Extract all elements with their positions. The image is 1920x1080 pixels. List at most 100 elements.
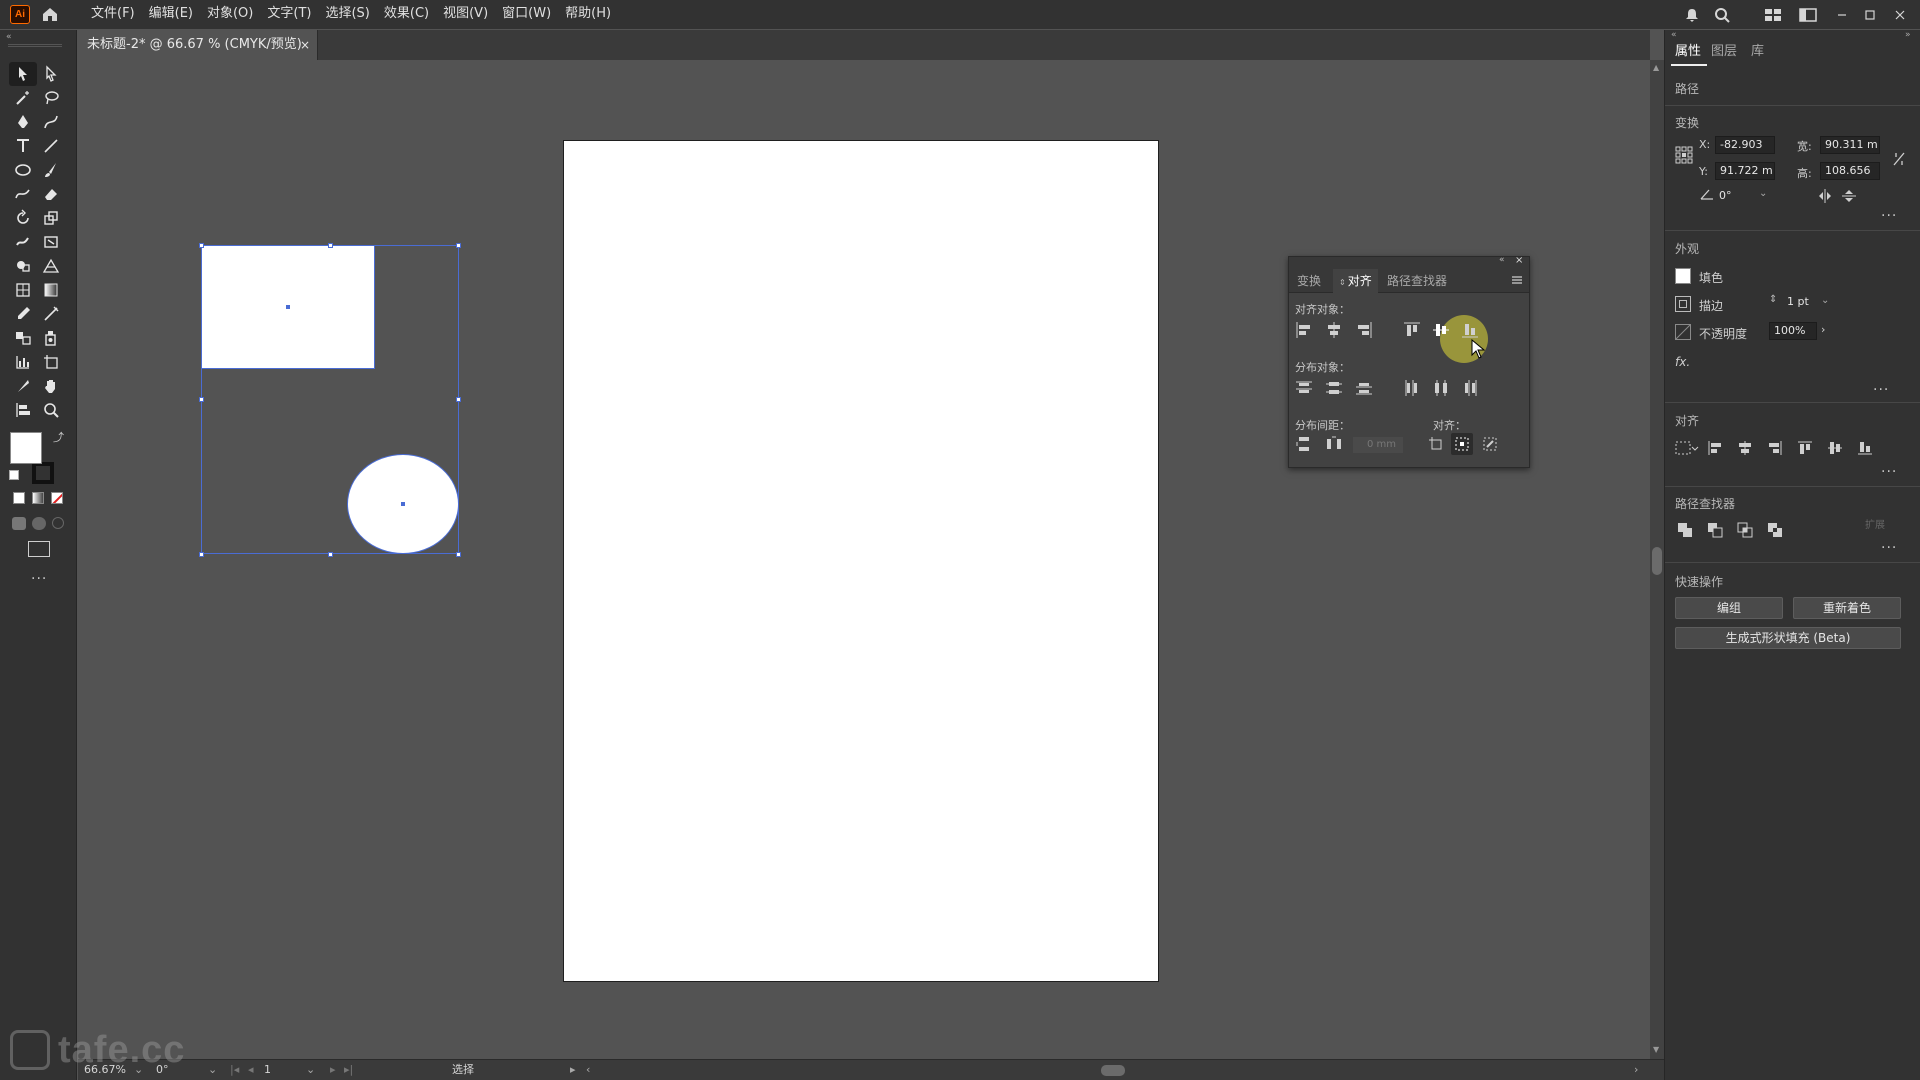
first-artboard-icon[interactable]: |◂ bbox=[230, 1060, 239, 1080]
perspective-grid-tool-icon[interactable] bbox=[37, 254, 65, 278]
mesh-tool-icon[interactable] bbox=[9, 278, 37, 302]
align-to-selection-toggle-icon[interactable] bbox=[1451, 433, 1473, 455]
gradient-mode-icon[interactable] bbox=[32, 492, 44, 504]
group-button[interactable]: 编组 bbox=[1675, 597, 1783, 619]
edit-toolbar-icon[interactable]: ··· bbox=[31, 571, 47, 587]
pathfinder-unite-icon[interactable] bbox=[1677, 522, 1693, 541]
minimize-icon[interactable] bbox=[1832, 5, 1852, 24]
curvature-tool-icon[interactable] bbox=[37, 110, 65, 134]
stroke-weight-dropdown-icon[interactable]: ⌄ bbox=[1821, 295, 1829, 306]
scroll-up-icon[interactable]: ▲ bbox=[1653, 63, 1659, 72]
generative-shape-fill-button[interactable]: 生成式形状填充 (Beta) bbox=[1675, 627, 1901, 649]
pen-tool-icon[interactable] bbox=[9, 110, 37, 134]
vertical-distribute-space-icon[interactable] bbox=[1293, 433, 1315, 455]
props-align-horizontal-center-icon[interactable] bbox=[1737, 440, 1753, 459]
fill-color-swatch[interactable] bbox=[1675, 268, 1691, 284]
color-mode-icon[interactable] bbox=[13, 492, 25, 504]
swap-fill-stroke-icon[interactable]: ⤴ bbox=[53, 429, 64, 445]
vertical-scroll-thumb[interactable] bbox=[1652, 547, 1662, 575]
more-transform-options-icon[interactable]: ··· bbox=[1881, 208, 1897, 224]
toolbar-grip[interactable] bbox=[8, 44, 62, 47]
align-bottom-icon[interactable] bbox=[1459, 319, 1481, 341]
draw-normal-icon[interactable] bbox=[12, 517, 26, 530]
status-menu-icon[interactable]: ▸ bbox=[570, 1060, 576, 1080]
ellipse-tool-icon[interactable] bbox=[9, 158, 37, 182]
hand-tool-icon[interactable] bbox=[37, 374, 65, 398]
draw-behind-icon[interactable] bbox=[32, 517, 46, 530]
column-graph-tool-icon[interactable] bbox=[9, 350, 37, 374]
pathfinder-intersect-icon[interactable] bbox=[1737, 522, 1753, 541]
shape-builder-tool-icon[interactable] bbox=[9, 254, 37, 278]
collapse-toolbar-icon[interactable]: « bbox=[6, 32, 12, 42]
pathfinder-minus-front-icon[interactable] bbox=[1707, 522, 1723, 541]
distribute-top-icon[interactable] bbox=[1293, 377, 1315, 399]
fill-swatch[interactable] bbox=[10, 432, 42, 464]
distribute-right-icon[interactable] bbox=[1459, 377, 1481, 399]
distribute-left-icon[interactable] bbox=[1401, 377, 1423, 399]
pathfinder-expand-button[interactable]: 扩展 bbox=[1865, 516, 1885, 531]
arrange-documents-icon[interactable] bbox=[1798, 5, 1818, 24]
props-align-bottom-icon[interactable] bbox=[1857, 440, 1873, 459]
search-icon[interactable] bbox=[1712, 5, 1732, 24]
align-right-icon[interactable] bbox=[1353, 319, 1375, 341]
reference-point-icon[interactable] bbox=[1675, 146, 1693, 164]
handle-top-center[interactable] bbox=[328, 243, 333, 248]
scroll-right-icon[interactable]: › bbox=[1634, 1060, 1638, 1080]
close-tab-icon[interactable]: × bbox=[300, 30, 310, 60]
collapse-panels-icon[interactable]: » bbox=[1905, 30, 1911, 40]
stroke-weight-input[interactable]: 1 pt bbox=[1783, 294, 1823, 312]
menu-file[interactable]: 文件(F) bbox=[84, 0, 142, 29]
more-pathfinder-options-icon[interactable]: ··· bbox=[1881, 540, 1897, 556]
tab-transform[interactable]: 变换 bbox=[1291, 269, 1327, 293]
more-align-options-icon[interactable]: ··· bbox=[1881, 464, 1897, 480]
eraser-tool-icon[interactable] bbox=[37, 182, 65, 206]
align-horizontal-center-icon[interactable] bbox=[1323, 319, 1345, 341]
document-tab[interactable]: 未标题-2* @ 66.67 % (CMYK/预览) × bbox=[78, 30, 318, 60]
opacity-slider-icon[interactable]: › bbox=[1821, 323, 1825, 336]
distribute-bottom-icon[interactable] bbox=[1353, 377, 1375, 399]
distribute-vertical-center-icon[interactable] bbox=[1323, 377, 1345, 399]
constrain-proportions-icon[interactable] bbox=[1891, 151, 1907, 167]
blend-tool-icon[interactable] bbox=[9, 326, 37, 350]
type-tool-icon[interactable] bbox=[9, 134, 37, 158]
canvas[interactable] bbox=[78, 60, 1650, 1059]
opacity-input[interactable]: 100% bbox=[1769, 322, 1817, 340]
spacing-input[interactable]: 0 mm bbox=[1353, 437, 1403, 453]
handle-bottom-right[interactable] bbox=[456, 552, 461, 557]
horizontal-scroll-thumb[interactable] bbox=[1101, 1065, 1125, 1076]
menu-effect[interactable]: 效果(C) bbox=[377, 0, 436, 29]
handle-bottom-left[interactable] bbox=[199, 552, 204, 557]
props-align-top-icon[interactable] bbox=[1797, 440, 1813, 459]
close-window-icon[interactable] bbox=[1890, 5, 1910, 24]
default-colors-icon[interactable] bbox=[9, 470, 19, 480]
direct-selection-tool-icon[interactable] bbox=[37, 62, 65, 86]
props-align-left-icon[interactable] bbox=[1707, 440, 1723, 459]
tab-align[interactable]: ⇕ 对齐 bbox=[1333, 269, 1378, 293]
recolor-button[interactable]: 重新着色 bbox=[1793, 597, 1901, 619]
magic-wand-tool-icon[interactable] bbox=[9, 86, 37, 110]
screen-mode-icon[interactable] bbox=[28, 541, 50, 557]
bell-icon[interactable] bbox=[1682, 5, 1702, 24]
rotate-tool-icon[interactable] bbox=[9, 206, 37, 230]
width-input[interactable]: 90.311 m bbox=[1820, 136, 1880, 154]
expand-panels-icon[interactable]: « bbox=[1671, 30, 1677, 40]
x-input[interactable]: -82.903 bbox=[1715, 136, 1775, 154]
free-transform-tool-icon[interactable] bbox=[37, 230, 65, 254]
stroke-color-swatch[interactable] bbox=[1675, 296, 1691, 312]
fx-effects-button[interactable]: fx. bbox=[1675, 355, 1690, 369]
draw-inside-icon[interactable] bbox=[52, 517, 64, 529]
align-to-selection-icon[interactable] bbox=[1675, 440, 1699, 456]
handle-top-left[interactable] bbox=[199, 243, 204, 248]
maximize-icon[interactable] bbox=[1860, 5, 1880, 24]
warp-tool-icon[interactable] bbox=[9, 230, 37, 254]
shaper-tool-icon[interactable] bbox=[9, 182, 37, 206]
scroll-left-icon[interactable]: ‹ bbox=[586, 1060, 590, 1080]
next-artboard-icon[interactable]: ▸ bbox=[330, 1060, 336, 1080]
lasso-tool-icon[interactable] bbox=[37, 86, 65, 110]
handle-top-right[interactable] bbox=[456, 243, 461, 248]
vertical-scrollbar[interactable]: ▲ ▼ bbox=[1650, 60, 1664, 1059]
measure-tool-icon[interactable] bbox=[37, 302, 65, 326]
menu-help[interactable]: 帮助(H) bbox=[558, 0, 618, 29]
align-tool-icon[interactable] bbox=[9, 398, 37, 422]
last-artboard-icon[interactable]: ▸| bbox=[344, 1060, 353, 1080]
